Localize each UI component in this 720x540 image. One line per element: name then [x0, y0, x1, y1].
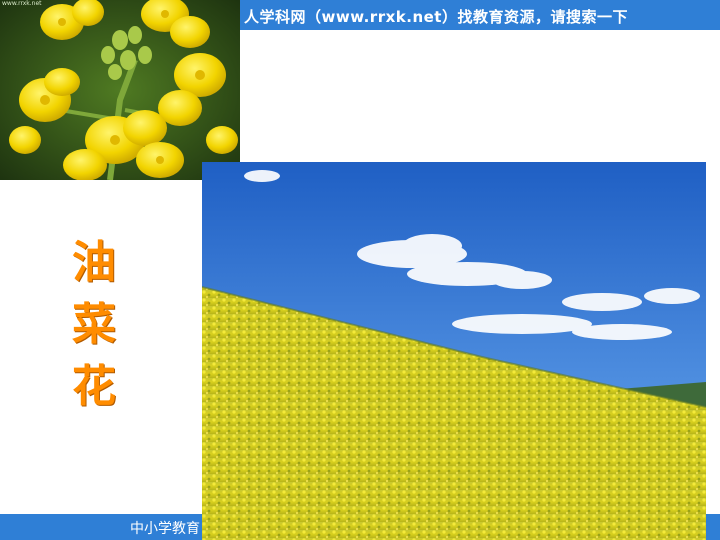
title-char-2: 菜 [72, 299, 116, 350]
rapeseed-field-photo [202, 162, 706, 540]
top-banner-text: 人学科网（www.rrxk.net）找教育资源，请搜索一下 [244, 8, 628, 26]
bottom-banner-text: 中小学教育 [130, 521, 200, 537]
slide-title: 油 菜 花 [66, 232, 122, 418]
photo-caption: www.rrxk.net [2, 0, 42, 7]
rapeseed-flower-photo: www.rrxk.net [0, 0, 240, 180]
title-char-1: 油 [72, 237, 116, 288]
title-char-3: 花 [72, 361, 116, 412]
